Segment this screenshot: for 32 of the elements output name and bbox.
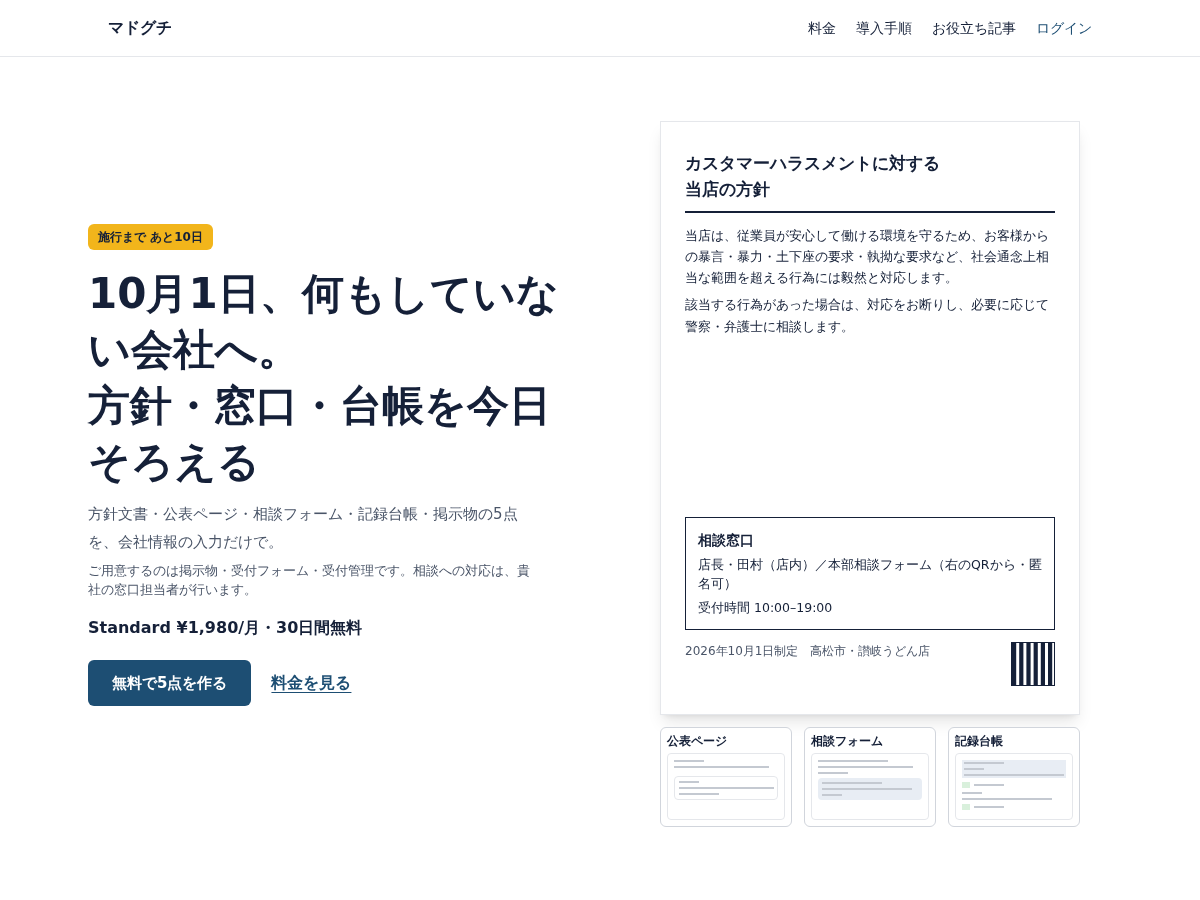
thumbnail-card[interactable]: 相談フォーム (804, 727, 936, 827)
lead-text: 方針文書・公表ページ・相談フォーム・記録台帳・掲示物の5点を、会社情報の入力だけで。 (88, 504, 519, 554)
thumbnail-title: 公表ページ (667, 734, 728, 749)
contact-line: 受付時間 10:00–19:00 (698, 598, 834, 617)
poster-paragraph: 該当する行為があった場合は、対応をお断りし、必要に応じて警察・弁護士に相談します。 (685, 296, 1050, 336)
nav-link[interactable]: 料金 (808, 17, 836, 39)
text-lines-drawing (674, 760, 704, 762)
thumbnail-card[interactable]: 記録台帳 (948, 727, 1080, 827)
poster-paragraph: 当店は、従業員が安心して働ける環境を守るため、お客様からの暴言・暴力・土下座の要求・執拗な要求など、社会通念上相当な範囲を超える行為には毅然と対応します。 (685, 226, 1050, 288)
create-button[interactable]: 無料で5点を作る (88, 659, 252, 707)
logo[interactable]: マドグチ (108, 16, 172, 40)
tag-icon (962, 782, 970, 788)
text-lines-drawing (974, 806, 1004, 808)
tag-icon (962, 804, 970, 810)
thumbnail-title: 記録台帳 (955, 734, 1004, 749)
nav-link[interactable]: 導入手順 (856, 17, 912, 39)
thumbnail-card[interactable]: 公表ページ (660, 727, 792, 827)
qr-code-icon (1011, 642, 1055, 686)
text-lines-drawing (818, 760, 888, 762)
hero-title: 10月1日、何もしていない会社へ。 方針・窓口・台帳を今日そろえる (88, 268, 560, 488)
price-text: Standard ¥1,980/月・30日間無料 (88, 616, 364, 639)
countdown-badge: 施行まで あと10日 (88, 224, 213, 250)
poster-footer: 2026年10月1日制定 高松市・讃岐うどん店 (685, 642, 931, 660)
nav-link[interactable]: お役立ち記事 (932, 17, 1016, 39)
nav-link[interactable]: ログイン (1036, 17, 1092, 39)
text-lines-drawing (974, 784, 1004, 786)
thumbnail-title: 相談フォーム (811, 734, 884, 749)
poster-title: カスタマーハラスメントに対する 当店の方針 (685, 150, 1055, 213)
contact-title: 相談窓口 (698, 530, 755, 550)
note-text: ご用意するのは掲示物・受付フォーム・受付管理です。相談への対応は、貴社の窓口担当者が行います。 (88, 561, 531, 600)
pricing-link[interactable]: 料金を見る (271, 671, 352, 696)
contact-line: 店長・田村（店内）／本部相談フォーム（右のQRから・匿名可） (698, 555, 1042, 594)
